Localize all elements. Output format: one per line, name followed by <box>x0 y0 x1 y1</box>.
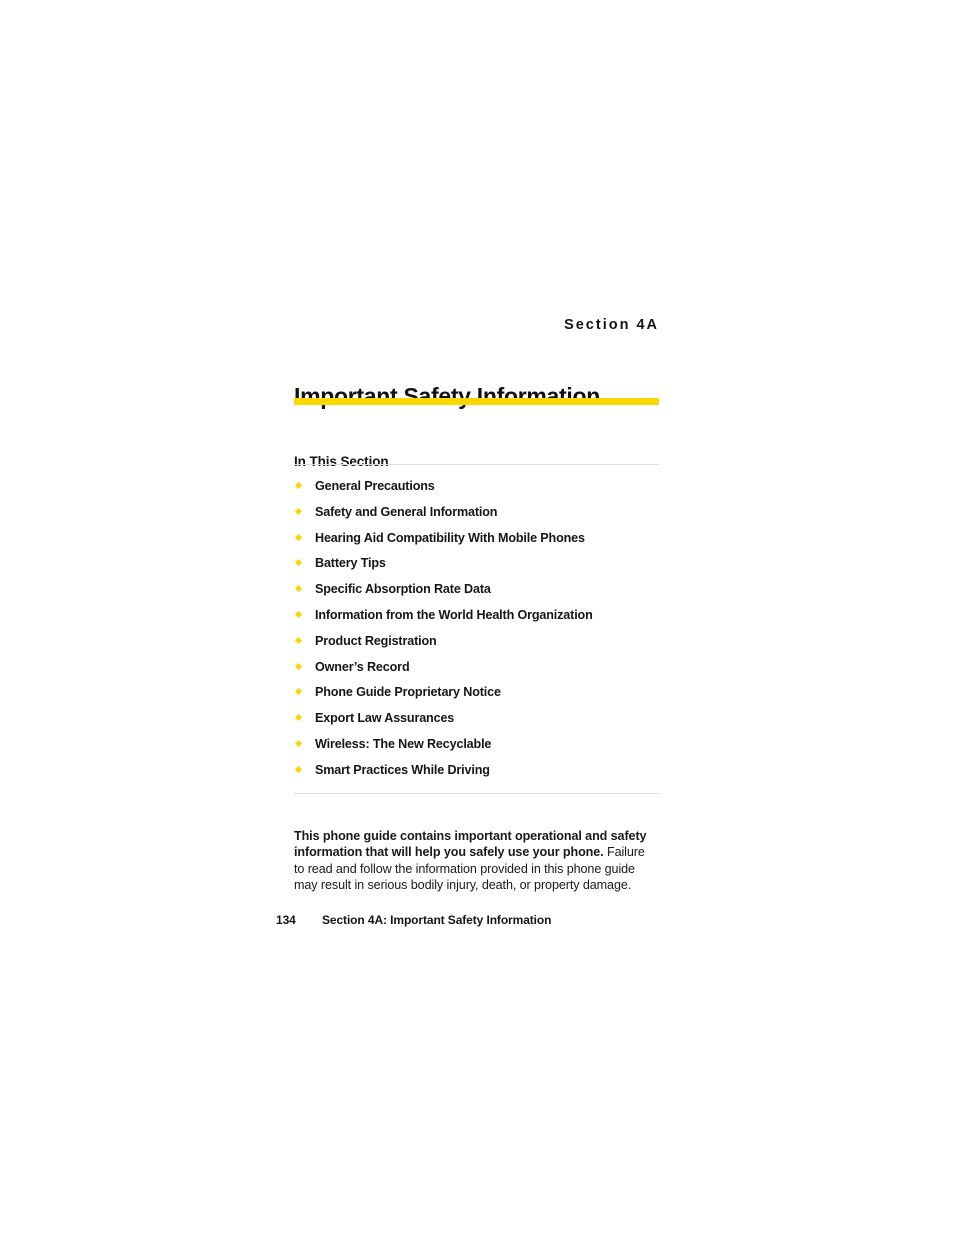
page-title: Important Safety Information <box>294 383 600 410</box>
safety-notice-paragraph: This phone guide contains important oper… <box>294 828 649 894</box>
list-item[interactable]: Information from the World Health Organi… <box>294 608 659 634</box>
list-item[interactable]: Product Registration <box>294 634 659 660</box>
diamond-bullet-icon <box>294 662 303 670</box>
list-item[interactable]: Owner’s Record <box>294 660 659 686</box>
safety-notice-lead: This phone guide contains important oper… <box>294 828 647 860</box>
diamond-bullet-icon <box>294 585 303 593</box>
page-footer: 134 Section 4A: Important Safety Informat… <box>276 913 696 927</box>
list-item-label: Smart Practices While Driving <box>315 762 490 777</box>
document-page: Section 4A Important Safety Information … <box>0 0 954 1235</box>
table-of-contents-list: General Precautions Safety and General I… <box>294 479 659 789</box>
list-item[interactable]: Hearing Aid Compatibility With Mobile Ph… <box>294 531 659 557</box>
list-item[interactable]: Wireless: The New Recyclable <box>294 737 659 763</box>
list-item[interactable]: Phone Guide Proprietary Notice <box>294 685 659 711</box>
list-item-label: Battery Tips <box>315 556 386 571</box>
list-item[interactable]: Export Law Assurances <box>294 711 659 737</box>
diamond-bullet-icon <box>294 688 303 696</box>
in-this-section-heading: In This Section <box>294 454 389 470</box>
diamond-bullet-icon <box>294 559 303 567</box>
list-item[interactable]: General Precautions <box>294 479 659 505</box>
divider-above-toc <box>294 464 659 465</box>
diamond-bullet-icon <box>294 533 303 541</box>
list-item-label: General Precautions <box>315 479 435 493</box>
diamond-bullet-icon <box>294 481 303 490</box>
diamond-bullet-icon <box>294 765 303 773</box>
diamond-bullet-icon <box>294 739 303 748</box>
list-item-label: Specific Absorption Rate Data <box>315 582 491 597</box>
diamond-bullet-icon <box>294 610 303 619</box>
diamond-bullet-icon <box>294 636 303 644</box>
list-item-label: Phone Guide Proprietary Notice <box>315 685 501 700</box>
diamond-bullet-icon <box>294 507 303 515</box>
list-item-label: Safety and General Information <box>315 504 498 519</box>
list-item[interactable]: Smart Practices While Driving <box>294 763 659 789</box>
list-item-label: Wireless: The New Recyclable <box>315 736 492 751</box>
section-eyebrow: Section 4A <box>564 317 659 333</box>
list-item-label: Information from the World Health Organi… <box>315 607 593 622</box>
list-item[interactable]: Specific Absorption Rate Data <box>294 582 659 608</box>
diamond-bullet-icon <box>294 714 303 722</box>
list-item-label: Hearing Aid Compatibility With Mobile Ph… <box>315 530 585 545</box>
divider-below-toc <box>294 793 659 794</box>
running-head: Section 4A: Important Safety Information <box>322 913 552 927</box>
list-item[interactable]: Battery Tips <box>294 556 659 582</box>
list-item-label: Owner’s Record <box>315 659 410 674</box>
title-accent-rule <box>294 398 659 405</box>
page-number: 134 <box>276 913 296 927</box>
list-item[interactable]: Safety and General Information <box>294 505 659 531</box>
list-item-label: Export Law Assurances <box>315 711 455 726</box>
list-item-label: Product Registration <box>315 633 437 648</box>
